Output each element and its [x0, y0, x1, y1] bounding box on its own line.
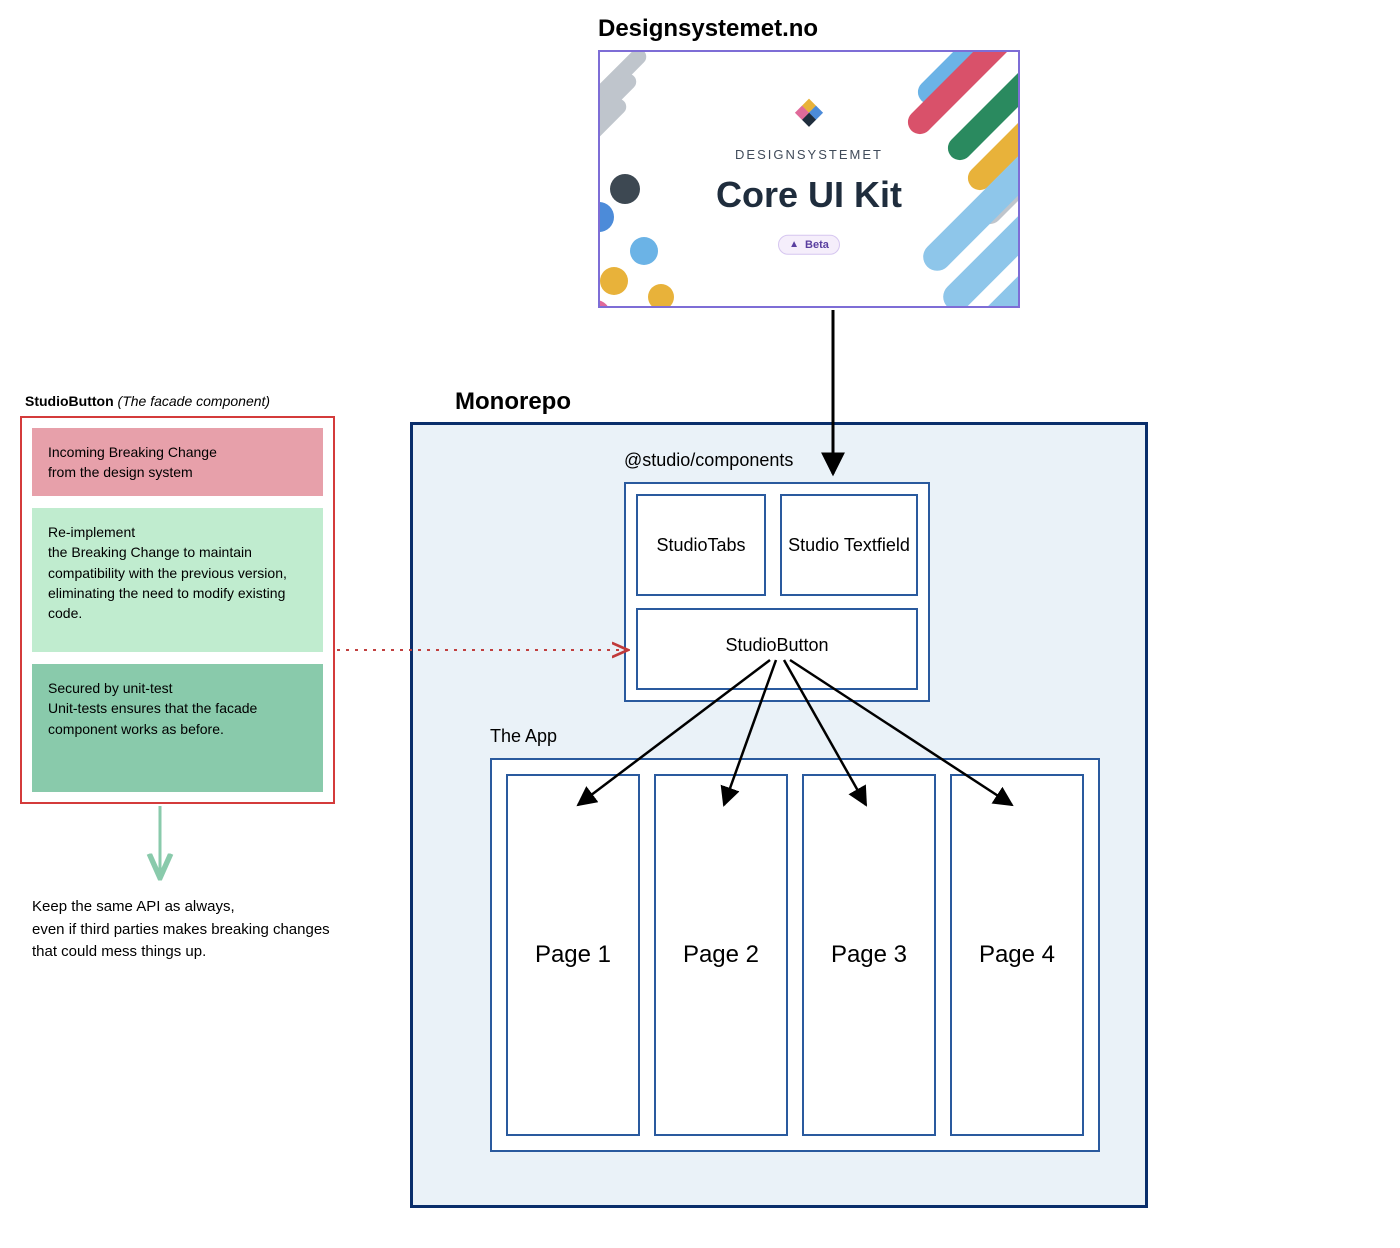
facade-section-body: the Breaking Change to maintain compatib…: [48, 542, 307, 623]
decoration-dot: [648, 284, 674, 308]
page-label: Page 3: [831, 941, 907, 969]
page-4-box: Page 4: [950, 774, 1084, 1136]
studio-textfield-box: Studio Textfield: [780, 494, 918, 596]
facade-note: Keep the same API as always, even if thi…: [32, 896, 342, 964]
studio-button-box: StudioButton: [636, 608, 918, 690]
decoration-dot: [598, 300, 610, 308]
studio-tabs-label: StudioTabs: [656, 534, 745, 557]
designsystemet-heading: Core UI Kit: [716, 174, 902, 216]
facade-section-unittest: Secured by unit-test Unit-tests ensures …: [32, 664, 323, 792]
decoration-dot: [630, 237, 658, 265]
beta-badge-icon: ▲: [789, 239, 799, 250]
facade-title-italic: (The facade component): [118, 393, 271, 409]
designsystemet-card: DESIGNSYSTEMET Core UI Kit ▲ Beta: [598, 50, 1020, 308]
studio-button-label: StudioButton: [725, 634, 828, 657]
beta-badge: ▲ Beta: [778, 234, 840, 254]
app-title: The App: [490, 726, 557, 747]
page-1-box: Page 1: [506, 774, 640, 1136]
designsystemet-subheading: DESIGNSYSTEMET: [716, 147, 902, 162]
facade-title-bold: StudioButton: [25, 393, 114, 409]
page-label: Page 4: [979, 941, 1055, 969]
page-label: Page 2: [683, 941, 759, 969]
page-3-box: Page 3: [802, 774, 936, 1136]
facade-section-breaking-change: Incoming Breaking Change from the design…: [32, 428, 323, 496]
facade-section-body: from the design system: [48, 462, 307, 482]
decoration-dot: [600, 267, 628, 295]
studio-components-title: @studio/components: [624, 450, 793, 471]
decoration-dot: [610, 174, 640, 204]
designsystemet-logo-icon: [797, 104, 821, 128]
page-label: Page 1: [535, 941, 611, 969]
designsystemet-title: Designsystemet.no: [598, 15, 818, 43]
page-2-box: Page 2: [654, 774, 788, 1136]
facade-section-heading: Re-implement: [48, 522, 307, 542]
monorepo-title: Monorepo: [455, 388, 571, 416]
studio-textfield-label: Studio Textfield: [788, 534, 910, 557]
facade-section-body: Unit-tests ensures that the facade compo…: [48, 698, 307, 739]
decoration-dot: [598, 202, 614, 232]
facade-title: StudioButton (The facade component): [25, 393, 270, 409]
facade-section-heading: Incoming Breaking Change: [48, 442, 307, 462]
facade-section-heading: Secured by unit-test: [48, 678, 307, 698]
beta-badge-text: Beta: [805, 238, 829, 250]
facade-section-reimplement: Re-implement the Breaking Change to main…: [32, 508, 323, 652]
studio-tabs-box: StudioTabs: [636, 494, 766, 596]
